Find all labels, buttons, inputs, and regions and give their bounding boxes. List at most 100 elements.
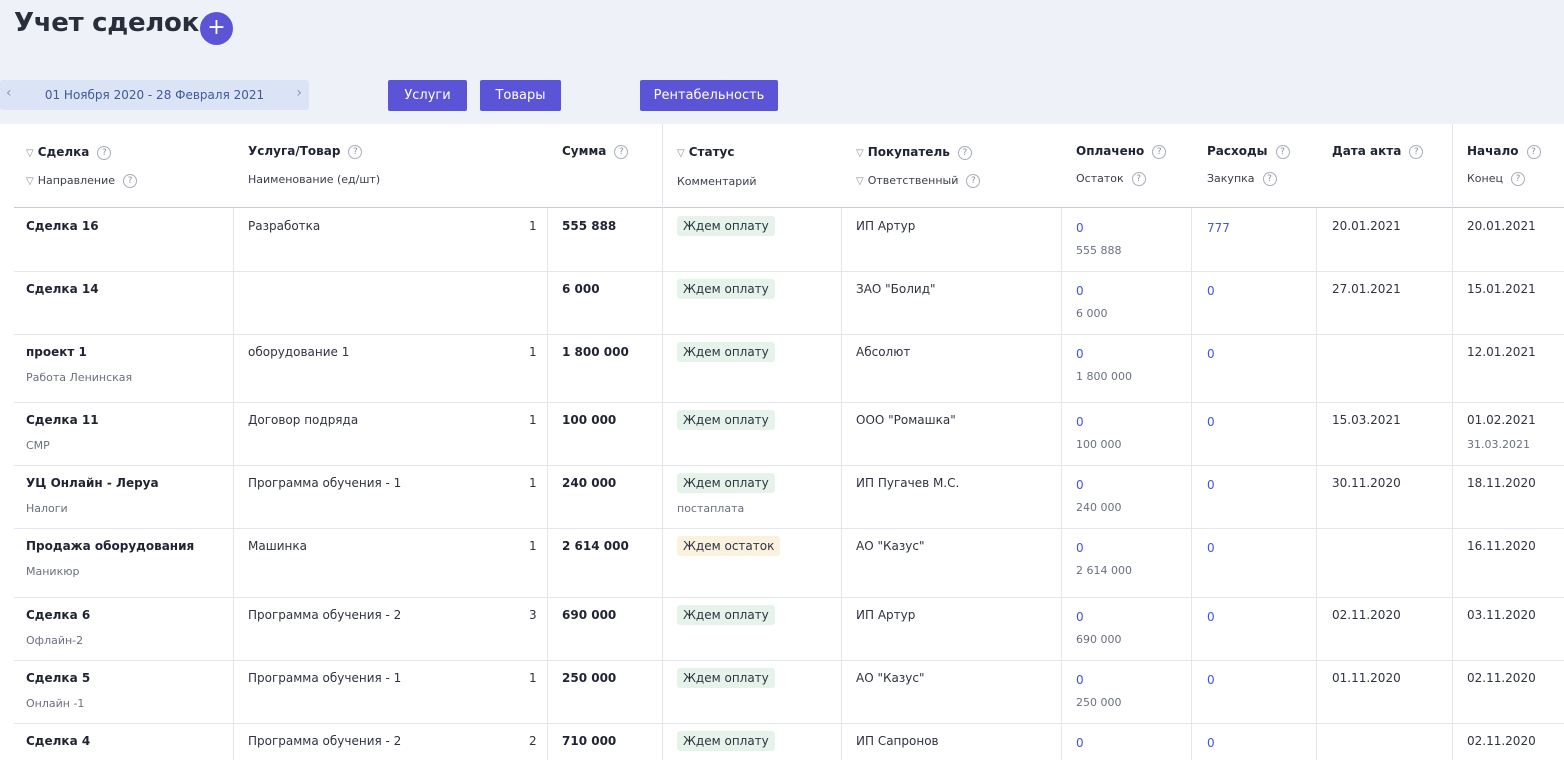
start-date: 18.11.2020 — [1467, 476, 1536, 490]
paid-link[interactable]: 0 — [1076, 736, 1084, 750]
col-header-expenses[interactable]: Расходы? — [1207, 144, 1290, 159]
filter-icon[interactable]: ▽ — [856, 148, 864, 159]
deal-name[interactable]: Сделка 6 — [26, 608, 90, 622]
buyer-name: ЗАО "Болид" — [856, 282, 936, 296]
help-icon[interactable]: ? — [348, 145, 363, 159]
deal-name[interactable]: Сделка 16 — [26, 219, 99, 233]
paid-link[interactable]: 0 — [1076, 673, 1084, 687]
profitability-button[interactable]: Рентабельность — [640, 80, 778, 111]
status-badge[interactable]: Ждем остаток — [677, 536, 781, 556]
status-badge[interactable]: Ждем оплату — [677, 473, 775, 493]
deal-name[interactable]: Сделка 11 — [26, 413, 99, 427]
column-divider — [1316, 208, 1317, 760]
deal-direction: Работа Ленинская — [26, 371, 133, 384]
help-icon[interactable]: ? — [97, 146, 112, 160]
paid-link[interactable]: 0 — [1076, 610, 1084, 624]
expenses-link[interactable]: 0 — [1207, 610, 1215, 624]
filter-icon[interactable]: ▽ — [26, 176, 34, 187]
rest-amount: 690 000 — [1076, 633, 1122, 646]
col-header-status[interactable]: ▽ Статус — [677, 145, 734, 159]
filter-icon[interactable]: ▽ — [856, 176, 864, 187]
col-header-rest[interactable]: Остаток? — [1076, 172, 1146, 186]
chevron-right-icon[interactable]: › — [296, 85, 302, 101]
deal-name[interactable]: Сделка 5 — [26, 671, 90, 685]
status-badge[interactable]: Ждем оплату — [677, 668, 775, 688]
column-divider — [1061, 208, 1062, 760]
help-icon[interactable]: ? — [1262, 172, 1277, 186]
filter-icon[interactable]: ▽ — [26, 148, 34, 159]
act-date: 15.03.2021 — [1332, 413, 1401, 427]
col-header-end[interactable]: Конец? — [1467, 172, 1525, 186]
paid-link[interactable]: 0 — [1076, 284, 1084, 298]
row-divider — [14, 402, 1564, 403]
column-divider — [547, 208, 548, 760]
deal-name[interactable]: Продажа оборудования — [26, 539, 194, 553]
item-name: Программа обучения - 2 — [248, 734, 402, 748]
col-header-sum[interactable]: Сумма? — [562, 144, 629, 159]
status-badge[interactable]: Ждем оплату — [677, 605, 775, 625]
expenses-link[interactable]: 0 — [1207, 415, 1215, 429]
expenses-link[interactable]: 0 — [1207, 284, 1215, 298]
col-header-label: Дата акта — [1332, 144, 1402, 158]
help-icon[interactable]: ? — [1152, 145, 1167, 159]
deal-name[interactable]: проект 1 — [26, 345, 87, 359]
col-header-paid[interactable]: Оплачено? — [1076, 144, 1167, 159]
start-date: 02.11.2020 — [1467, 671, 1536, 685]
col-header-item[interactable]: Услуга/Товар? — [248, 144, 363, 159]
deal-name[interactable]: УЦ Онлайн - Леруа — [26, 476, 159, 490]
expenses-link[interactable]: 777 — [1207, 221, 1230, 235]
services-button[interactable]: Услуги — [388, 80, 467, 111]
help-icon[interactable]: ? — [1275, 145, 1290, 159]
goods-button[interactable]: Товары — [480, 80, 561, 111]
expenses-link[interactable]: 0 — [1207, 347, 1215, 361]
paid-link[interactable]: 0 — [1076, 221, 1084, 235]
status-badge[interactable]: Ждем оплату — [677, 731, 775, 751]
expenses-link[interactable]: 0 — [1207, 541, 1215, 555]
row-divider — [14, 723, 1564, 724]
status-badge[interactable]: Ждем оплату — [677, 279, 775, 299]
help-icon[interactable]: ? — [614, 145, 629, 159]
expenses-link[interactable]: 0 — [1207, 736, 1215, 750]
deal-direction: Маникюр — [26, 565, 80, 578]
col-header-responsible[interactable]: ▽ Ответственный? — [856, 174, 981, 188]
add-deal-button[interactable]: + — [200, 12, 233, 45]
start-date: 16.11.2020 — [1467, 539, 1536, 553]
help-icon[interactable]: ? — [1409, 145, 1424, 159]
help-icon[interactable]: ? — [957, 146, 972, 160]
act-date: 20.01.2021 — [1332, 219, 1401, 233]
paid-link[interactable]: 0 — [1076, 415, 1084, 429]
status-badge[interactable]: Ждем оплату — [677, 342, 775, 362]
col-header-buyer[interactable]: ▽ Покупатель? — [856, 145, 972, 160]
col-header-deal[interactable]: ▽ Сделка? — [26, 145, 112, 160]
buyer-name: АО "Казус" — [856, 539, 925, 553]
expenses-link[interactable]: 0 — [1207, 673, 1215, 687]
filter-icon[interactable]: ▽ — [677, 148, 685, 159]
deal-name[interactable]: Сделка 14 — [26, 282, 99, 296]
col-header-label: Статус — [688, 145, 735, 159]
col-header-label: Покупатель — [867, 145, 950, 159]
col-header-act-date[interactable]: Дата акта? — [1332, 144, 1424, 159]
col-header-start[interactable]: Начало? — [1467, 144, 1541, 159]
col-header-purchase[interactable]: Закупка? — [1207, 172, 1277, 186]
help-icon[interactable]: ? — [1131, 172, 1146, 186]
item-qty: 1 — [529, 539, 537, 553]
deal-name[interactable]: Сделка 4 — [26, 734, 90, 748]
col-header-direction[interactable]: ▽ Направление? — [26, 174, 138, 188]
paid-link[interactable]: 0 — [1076, 478, 1084, 492]
col-header-label: Направление — [37, 174, 116, 187]
item-qty: 1 — [529, 413, 537, 427]
paid-link[interactable]: 0 — [1076, 347, 1084, 361]
help-icon[interactable]: ? — [123, 174, 138, 188]
row-divider — [14, 271, 1564, 272]
item-qty: 2 — [529, 734, 537, 748]
help-icon[interactable]: ? — [966, 174, 981, 188]
paid-link[interactable]: 0 — [1076, 541, 1084, 555]
deal-sum: 100 000 — [562, 413, 617, 427]
help-icon[interactable]: ? — [1526, 145, 1541, 159]
expenses-link[interactable]: 0 — [1207, 478, 1215, 492]
period-selector[interactable]: ‹ 01 Ноября 2020 - 28 Февраля 2021 › — [0, 80, 309, 110]
status-badge[interactable]: Ждем оплату — [677, 216, 775, 236]
item-name: Программа обучения - 1 — [248, 671, 402, 685]
help-icon[interactable]: ? — [1511, 172, 1525, 186]
status-badge[interactable]: Ждем оплату — [677, 410, 775, 430]
